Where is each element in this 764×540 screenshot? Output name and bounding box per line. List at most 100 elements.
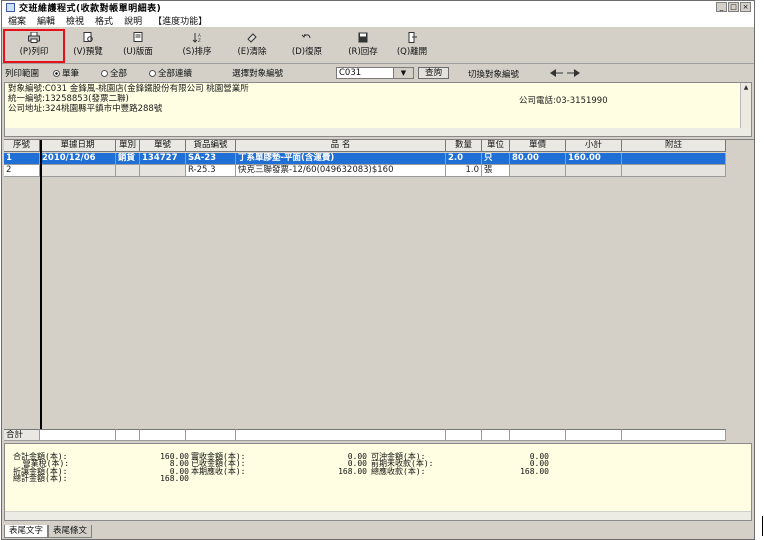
maximize-button[interactable]: □ — [728, 2, 739, 12]
radio-continuous[interactable] — [149, 70, 157, 77]
menu-progress[interactable]: 【進度功能】 — [153, 14, 207, 27]
cell-date[interactable] — [40, 165, 116, 177]
sum-label: 合計 — [4, 429, 40, 441]
print-range-label: 列印範圍 — [5, 69, 40, 79]
tab-footer-text[interactable]: 表尾文字 — [4, 525, 49, 538]
menu-format[interactable]: 格式 — [95, 14, 113, 27]
undo-button[interactable]: (D)復原 — [286, 32, 328, 60]
page-setup-label: (U)版面 — [123, 47, 153, 57]
clear-button[interactable]: (E)清除 — [230, 32, 274, 60]
info-hscrollbar[interactable] — [5, 128, 751, 136]
sum-cell — [40, 429, 116, 441]
close-button[interactable]: × — [740, 2, 751, 12]
sum-cell — [140, 429, 186, 441]
undo-label: (D)復原 — [291, 47, 323, 57]
preview-label: (V)預覽 — [73, 47, 103, 57]
switch-arrows-icon[interactable] — [548, 67, 582, 79]
sum-cell — [446, 429, 482, 441]
col-number[interactable]: 單號 — [140, 140, 186, 152]
cell-item-name[interactable]: 丁系單膠墊-平面(含運費) — [236, 153, 446, 165]
table-row[interactable]: 1 2010/12/06 銷貨 134727 SA-23 丁系單膠墊-平面(含運… — [4, 153, 726, 165]
cell-number[interactable]: 134727 — [140, 153, 186, 165]
window-title: 交班維護程式(收款對帳單明細表) — [19, 4, 162, 14]
cell-type[interactable]: 銷貨 — [116, 153, 140, 165]
title-bar: 交班維護程式(收款對帳單明細表) _ □ × — [2, 1, 754, 14]
range-all-label: 全部 — [110, 69, 128, 79]
col-price[interactable]: 單價 — [510, 140, 566, 152]
print-label: (P)列印 — [19, 47, 49, 57]
range-option-continuous[interactable]: 全部連續 — [149, 67, 192, 79]
range-option-single[interactable]: 單筆 — [53, 67, 79, 79]
cell-unit[interactable]: 張 — [482, 165, 510, 177]
cell-item-code[interactable]: R-25.3 — [186, 165, 236, 177]
sum-cell — [566, 429, 622, 441]
col-date[interactable]: 單據日期 — [40, 140, 116, 152]
cell-seq[interactable]: 1 — [4, 153, 40, 165]
sort-label: (S)排序 — [182, 47, 212, 57]
col-subtotal[interactable]: 小計 — [566, 140, 622, 152]
menu-file[interactable]: 檔案 — [8, 14, 26, 27]
cell-qty[interactable]: 2.0 — [446, 153, 482, 165]
sum-cell — [510, 429, 566, 441]
cell-note[interactable] — [622, 165, 726, 177]
switch-object-label: 切換對象編號 — [468, 70, 520, 80]
col-type[interactable]: 單別 — [116, 140, 140, 152]
col-item-code[interactable]: 貨品編號 — [186, 140, 236, 152]
totals-labels-2: 實收金額(本): 已收金額(本): 本期應收(本): — [191, 452, 246, 476]
col-seq[interactable]: 序號 — [4, 140, 40, 152]
col-item-name[interactable]: 品 名 — [236, 140, 446, 152]
cell-date[interactable]: 2010/12/06 — [40, 153, 116, 165]
sum-cell — [482, 429, 510, 441]
query-button[interactable]: 查詢 — [418, 67, 450, 79]
radio-all[interactable] — [101, 70, 109, 77]
select-object-label: 選擇對象編號 — [232, 69, 284, 79]
col-unit[interactable]: 單位 — [482, 140, 510, 152]
sum-cell — [236, 429, 446, 441]
text-cursor — [762, 516, 763, 536]
table-row[interactable]: 2 R-25.3 快克三聯發票-12/60(049632083)$160 1.0… — [4, 165, 726, 177]
range-option-all[interactable]: 全部 — [101, 67, 127, 79]
col-qty[interactable]: 數量 — [446, 140, 482, 152]
cell-item-name[interactable]: 快克三聯發票-12/60(049632083)$160 — [236, 165, 446, 177]
cell-qty[interactable]: 1.0 — [446, 165, 482, 177]
cell-note[interactable] — [622, 153, 726, 165]
chevron-down-icon[interactable]: ▼ — [393, 67, 414, 79]
scroll-up-icon[interactable]: ▲ — [741, 83, 751, 93]
menu-edit[interactable]: 編輯 — [37, 14, 55, 27]
menu-bar: 檔案 編輯 檢視 格式 說明 【進度功能】 — [2, 14, 754, 27]
info-phone: 公司電話:03-3151990 — [519, 96, 608, 106]
cell-price[interactable] — [510, 165, 566, 177]
sort-button[interactable]: AZ (S)排序 — [174, 32, 220, 60]
sum-cell — [116, 429, 140, 441]
window-controls: _ □ × — [716, 2, 751, 12]
cell-subtotal[interactable]: 160.00 — [566, 153, 622, 165]
preview-button[interactable]: (V)預覽 — [66, 32, 110, 60]
print-button[interactable]: (P)列印 — [3, 29, 65, 63]
menu-view[interactable]: 檢視 — [66, 14, 84, 27]
menu-help[interactable]: 說明 — [124, 14, 142, 27]
exit-button[interactable]: (Q)離開 — [390, 32, 434, 60]
radio-single[interactable] — [53, 70, 61, 77]
cell-number[interactable] — [140, 165, 186, 177]
tab-footer-terms[interactable]: 表尾條文 — [48, 525, 93, 538]
cell-price[interactable]: 80.00 — [510, 153, 566, 165]
minimize-button[interactable]: _ — [716, 2, 727, 12]
sum-cell — [186, 429, 236, 441]
totals-hscrollbar[interactable] — [5, 511, 751, 520]
cell-subtotal[interactable] — [566, 165, 622, 177]
cell-unit[interactable]: 只 — [482, 153, 510, 165]
svg-text:Z: Z — [198, 38, 201, 43]
totals-labels-3: 可沖金額(本): 前期未收款(本): 總應收款(本): — [371, 452, 434, 476]
cell-item-code[interactable]: SA-23 — [186, 153, 236, 165]
save-button[interactable]: (R)回存 — [342, 32, 384, 60]
cell-seq[interactable]: 2 — [4, 165, 40, 177]
info-line-3: 公司地址:324桃園縣平鎮市中豐路288號 — [8, 104, 163, 114]
col-note[interactable]: 附註 — [622, 140, 726, 152]
table-header: 序號 單據日期 單別 單號 貨品編號 品 名 數量 單位 單價 小計 附註 — [4, 140, 726, 152]
exit-label: (Q)離開 — [396, 47, 428, 57]
cell-type[interactable] — [116, 165, 140, 177]
exit-icon — [408, 32, 417, 43]
totals-panel: 合計金額(本): 營業稅(本): 折讓金額(本): 總計金額(本): 160.0… — [4, 443, 752, 521]
page-setup-button[interactable]: (U)版面 — [116, 32, 160, 60]
app-icon — [6, 3, 15, 12]
